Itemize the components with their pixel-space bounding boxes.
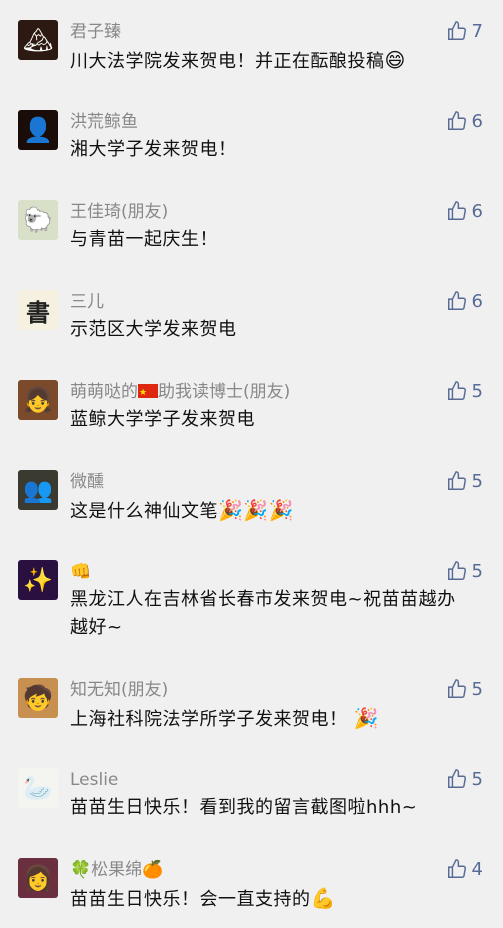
like-button[interactable]: 4 [446, 858, 483, 880]
avatar[interactable]: 🏔 [18, 20, 58, 60]
comment-item: 👩 🍀松果绵🍊 4 苗苗生日快乐！会一直支持的💪 [0, 838, 503, 928]
comment-nickname[interactable]: 微醺 [70, 470, 104, 494]
like-count: 6 [471, 200, 483, 222]
comment-item: 👧 萌萌哒的助我读博士(朋友) 5 蓝鲸大学学子发来贺电 [0, 360, 503, 450]
avatar[interactable]: 🐑 [18, 200, 58, 240]
comment-text: 川大法学院发来贺电！并正在酝酿投稿😄 [70, 48, 406, 72]
thumbs-up-icon [447, 859, 466, 878]
comment-item: 書 三儿 6 示范区大学发来贺电 [0, 270, 503, 360]
comment-nickname[interactable]: 三儿 [70, 290, 104, 314]
thumbs-up-icon [447, 111, 466, 130]
comment-nickname[interactable]: 王佳琦(朋友) [70, 200, 168, 224]
thumbs-up-icon [447, 471, 466, 490]
comment-text: 苗苗生日快乐！看到我的留言截图啦hhh~ [70, 797, 418, 818]
avatar[interactable]: 👧 [18, 380, 58, 420]
like-button[interactable]: 6 [446, 200, 483, 222]
flexed-biceps-emoji: 💪 [310, 886, 336, 910]
comment-item: 🦢 Leslie 5 苗苗生日快乐！看到我的留言截图啦hhh~ [0, 748, 503, 838]
like-button[interactable]: 5 [446, 560, 483, 582]
thumbs-up-icon [447, 291, 466, 310]
party-popper-emoji: 🎉🎉🎉 [218, 498, 295, 522]
comment-text: 示范区大学发来贺电 [70, 319, 237, 340]
comment-text: 湘大学子发来贺电！ [70, 139, 237, 160]
comment-nickname[interactable]: 君子臻 [70, 20, 121, 44]
like-button[interactable]: 5 [446, 768, 483, 790]
avatar[interactable]: 👤 [18, 110, 58, 150]
avatar[interactable]: 🦢 [18, 768, 58, 808]
comment-item: ✨ 👊 5 黑龙江人在吉林省长春市发来贺电~祝苗苗越办越好~ [0, 540, 503, 658]
avatar[interactable]: 👥 [18, 470, 58, 510]
comment-nickname[interactable]: 知无知(朋友) [70, 678, 168, 702]
comment-nickname[interactable]: 洪荒鲸鱼 [70, 110, 138, 134]
like-count: 5 [471, 560, 483, 582]
comment-text: 上海社科院法学所学子发来贺电！ 🎉 [70, 706, 380, 730]
comment-nickname[interactable]: Leslie [70, 768, 118, 792]
like-count: 7 [471, 20, 483, 42]
clover-emoji: 🍀 [70, 860, 92, 880]
comment-item: 🏔 君子臻 7 川大法学院发来贺电！并正在酝酿投稿😄 [0, 0, 503, 90]
like-button[interactable]: 5 [446, 470, 483, 492]
comment-nickname[interactable]: 萌萌哒的助我读博士(朋友) [70, 380, 290, 405]
thumbs-up-icon [447, 21, 466, 40]
orange-emoji: 🍊 [142, 860, 164, 880]
avatar[interactable]: 👩 [18, 858, 58, 898]
like-button[interactable]: 6 [446, 290, 483, 312]
avatar[interactable]: 🧒 [18, 678, 58, 718]
like-count: 5 [471, 380, 483, 402]
comment-text: 这是什么神仙文笔🎉🎉🎉 [70, 498, 295, 522]
thumbs-up-icon [447, 381, 466, 400]
grin-emoji: 😄 [384, 48, 406, 72]
china-flag-icon [138, 381, 158, 405]
comment-nickname[interactable]: 🍀松果绵🍊 [70, 858, 163, 882]
avatar[interactable]: 書 [18, 290, 58, 330]
like-button[interactable]: 7 [446, 20, 483, 42]
comment-item: 🧒 知无知(朋友) 5 上海社科院法学所学子发来贺电！ 🎉 [0, 658, 503, 748]
comment-item: 🐑 王佳琦(朋友) 6 与青苗一起庆生！ [0, 180, 503, 270]
like-count: 5 [471, 768, 483, 790]
like-count: 6 [471, 290, 483, 312]
comment-item: 👥 微醺 5 这是什么神仙文笔🎉🎉🎉 [0, 450, 503, 540]
comment-text: 蓝鲸大学学子发来贺电 [70, 409, 255, 430]
comment-list: 🏔 君子臻 7 川大法学院发来贺电！并正在酝酿投稿😄 👤 洪荒鲸鱼 6 湘大学子… [0, 0, 503, 928]
thumbs-up-icon [447, 769, 466, 788]
like-count: 6 [471, 110, 483, 132]
avatar[interactable]: ✨ [18, 560, 58, 600]
party-popper-emoji: 🎉 [353, 706, 380, 730]
comment-item: 👤 洪荒鲸鱼 6 湘大学子发来贺电！ [0, 90, 503, 180]
like-count: 5 [471, 678, 483, 700]
thumbs-up-icon [447, 201, 466, 220]
comment-text: 苗苗生日快乐！会一直支持的💪 [70, 886, 336, 910]
like-button[interactable]: 5 [446, 380, 483, 402]
comment-nickname[interactable]: 👊 [70, 560, 91, 584]
like-button[interactable]: 5 [446, 678, 483, 700]
comment-text: 黑龙江人在吉林省长春市发来贺电~祝苗苗越办越好~ [70, 589, 456, 638]
like-button[interactable]: 6 [446, 110, 483, 132]
thumbs-up-icon [447, 561, 466, 580]
like-count: 5 [471, 470, 483, 492]
thumbs-up-icon [447, 679, 466, 698]
like-count: 4 [471, 858, 483, 880]
comment-text: 与青苗一起庆生！ [70, 229, 218, 250]
